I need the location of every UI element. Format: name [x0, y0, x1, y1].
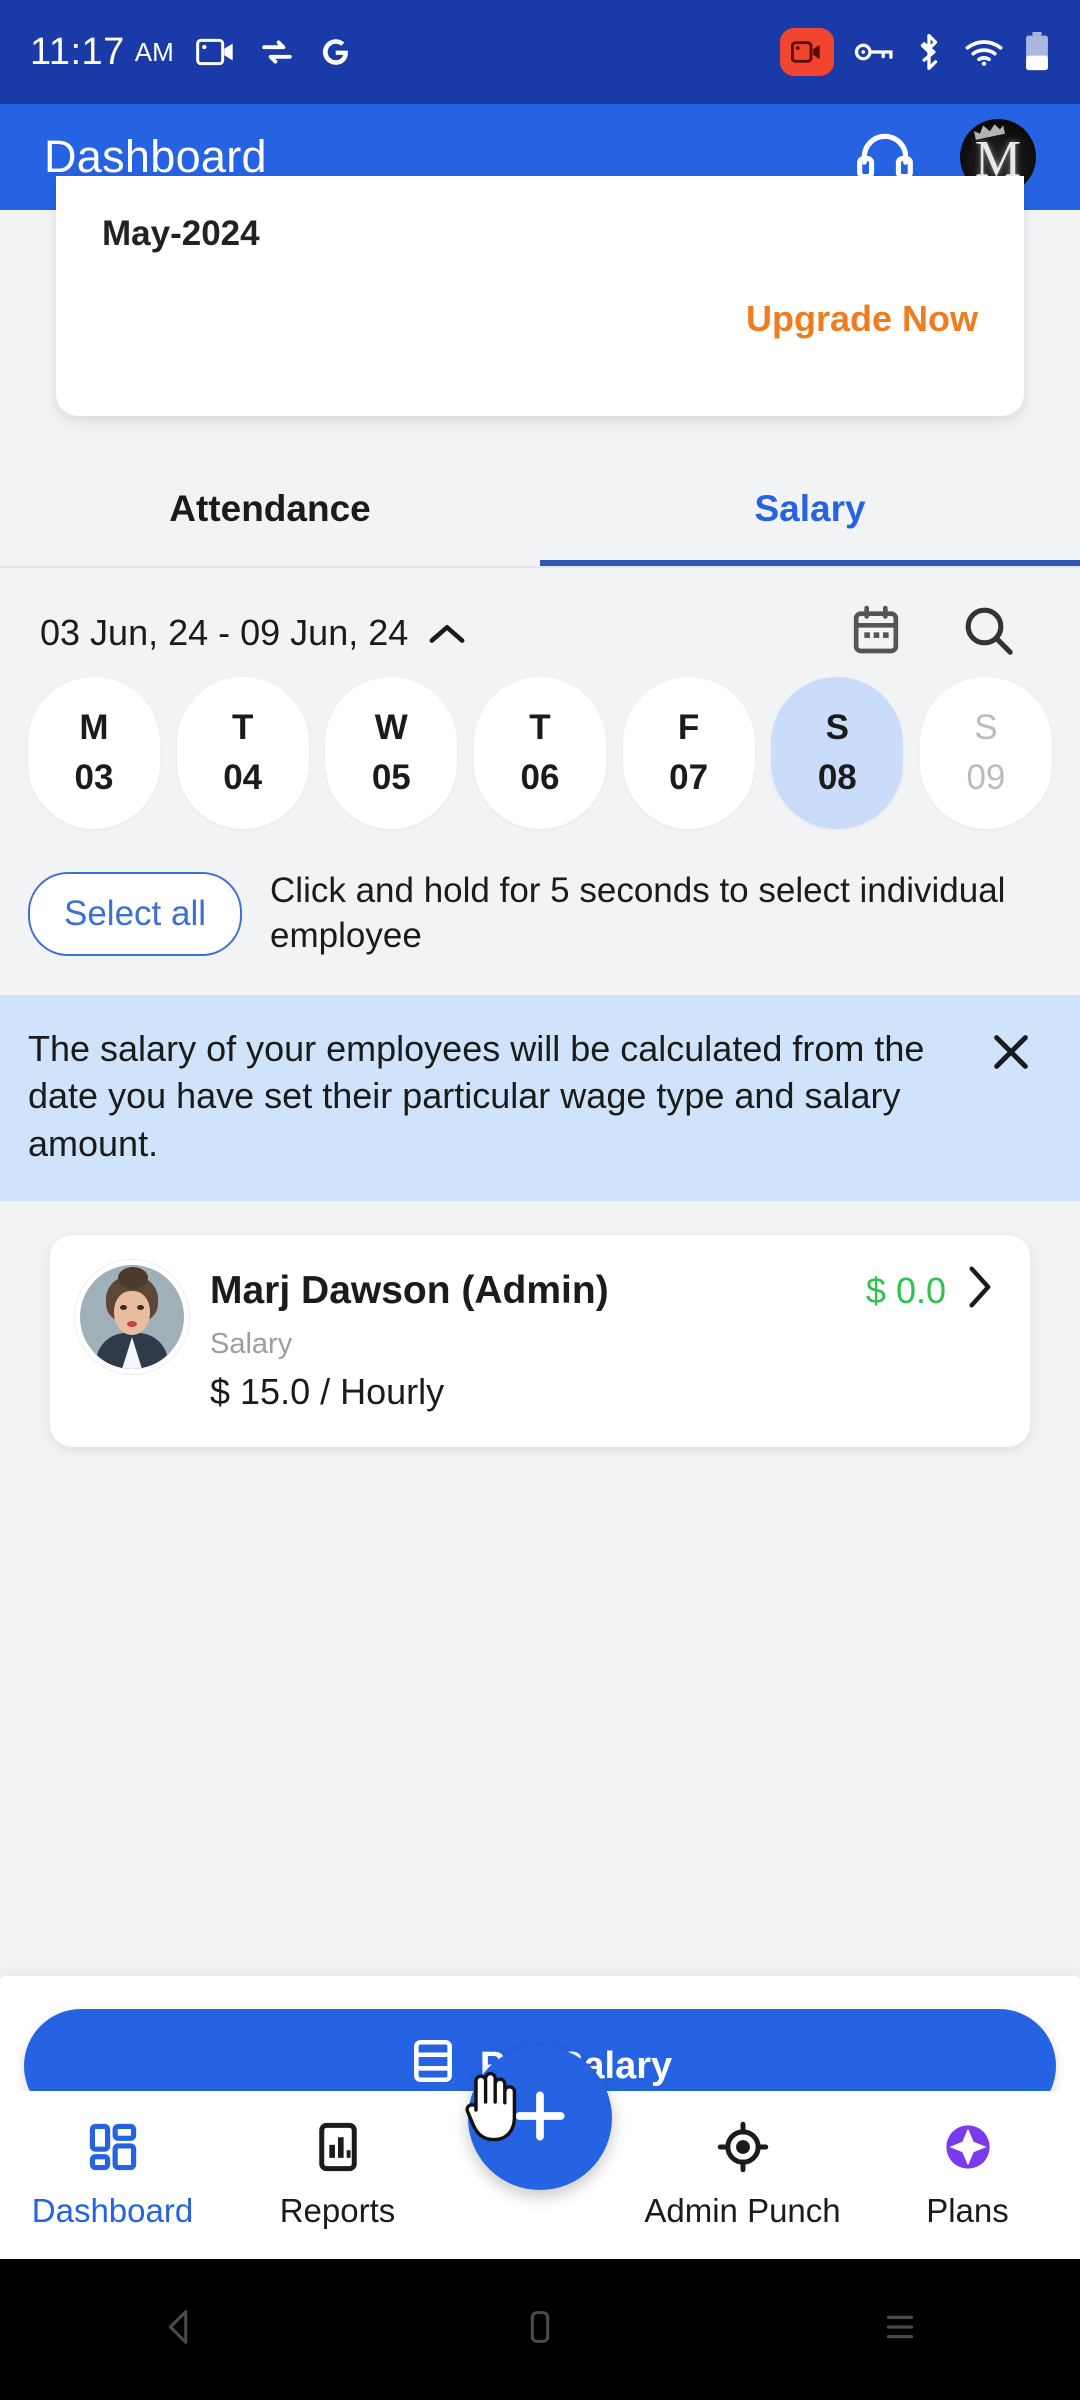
date-range-selector[interactable]: 03 Jun, 24 - 09 Jun, 24: [40, 612, 466, 654]
employee-salary-label: Salary: [210, 1328, 293, 1361]
nav-item-admin-punch[interactable]: Admin Punch: [630, 2121, 855, 2230]
home-square-icon[interactable]: [517, 2304, 563, 2355]
day-chip-dow: T: [529, 708, 551, 747]
date-row-actions: [848, 602, 1040, 663]
nav-label: Dashboard: [31, 2191, 194, 2229]
employee-info: Marj Dawson (Admin) $ 0.0 Salary $ 15.0 …: [210, 1265, 994, 1413]
reports-chart-icon: [312, 2121, 364, 2178]
tab-salary[interactable]: Salary: [540, 472, 1080, 566]
data-saver-icon: [258, 36, 296, 68]
search-icon[interactable]: [960, 602, 1016, 663]
battery-icon: [1024, 32, 1050, 72]
day-chip-num: 07: [669, 758, 709, 797]
tab-attendance[interactable]: Attendance: [0, 472, 540, 566]
day-chip-08[interactable]: S 08: [771, 677, 904, 829]
status-bar-right: [780, 28, 1050, 76]
day-chip-num: 05: [371, 758, 411, 797]
vpn-key-icon: [854, 39, 894, 65]
day-chip-dow: W: [374, 708, 408, 747]
upgrade-now-button[interactable]: Upgrade Now: [746, 298, 978, 340]
day-chip-num: 08: [817, 758, 857, 797]
google-icon: [318, 35, 352, 69]
day-selector: M 03 T 04 W 05 T 06 F 07 S 08 S 09: [0, 663, 1080, 829]
day-chip-09: S 09: [919, 677, 1052, 829]
screen-record-icon: [195, 37, 236, 67]
phone-screen: 11:17 AM Dashboard M May-2024 Upgrade No…: [0, 0, 1080, 2400]
upgrade-card-month: May-2024: [102, 214, 260, 253]
wifi-icon: [964, 36, 1004, 68]
day-chip-06[interactable]: T 06: [473, 677, 606, 829]
calendar-icon[interactable]: [848, 602, 904, 663]
status-bar-time: 11:17: [30, 30, 125, 73]
date-range-row: 03 Jun, 24 - 09 Jun, 24: [0, 568, 1080, 663]
day-chip-dow: S: [974, 708, 998, 747]
select-all-hint: Click and hold for 5 seconds to select i…: [270, 871, 1006, 955]
day-chip-dow: M: [79, 708, 109, 747]
nav-label: Admin Punch: [644, 2191, 841, 2229]
day-chip-dow: T: [231, 708, 254, 747]
day-chip-05[interactable]: W 05: [325, 677, 458, 829]
select-all-button[interactable]: Select all: [28, 871, 243, 956]
day-chip-04[interactable]: T 04: [176, 677, 309, 829]
tab-bar: Attendance Salary: [0, 472, 1080, 566]
info-banner-text: The salary of your employees will be cal…: [28, 1027, 925, 1164]
nav-label: Plans: [926, 2191, 1009, 2229]
chevron-up-icon: [428, 612, 466, 654]
employee-top-row: Marj Dawson (Admin) $ 0.0: [210, 1265, 994, 1316]
list-item[interactable]: Marj Dawson (Admin) $ 0.0 Salary $ 15.0 …: [50, 1235, 1030, 1448]
upgrade-card: May-2024 Upgrade Now: [56, 176, 1024, 416]
nav-item-dashboard[interactable]: Dashboard: [0, 2121, 225, 2230]
location-target-icon: [717, 2121, 769, 2178]
bluetooth-icon: [914, 34, 944, 70]
recents-menu-icon[interactable]: [877, 2304, 923, 2355]
nav-item-plans[interactable]: Plans: [855, 2121, 1080, 2230]
day-chip-num: 06: [520, 758, 560, 797]
day-chip-num: 04: [223, 758, 263, 797]
close-icon[interactable]: [978, 1025, 1044, 1086]
content-area: May-2024 Upgrade Now Attendance Salary 0…: [0, 176, 1080, 1448]
info-banner: The salary of your employees will be cal…: [0, 994, 1080, 1202]
nav-item-reports[interactable]: Reports: [225, 2121, 450, 2230]
day-chip-07[interactable]: F 07: [622, 677, 755, 829]
select-all-row: Select all Click and hold for 5 seconds …: [0, 829, 1080, 995]
employee-amount: $ 0.0: [865, 1269, 946, 1311]
status-bar-ampm: AM: [134, 36, 174, 67]
back-triangle-icon[interactable]: [157, 2304, 203, 2355]
android-navigation-bar: [0, 2259, 1080, 2400]
nav-label: Reports: [279, 2191, 396, 2229]
pointing-hand-cursor: [460, 2062, 524, 2142]
payment-card-icon: [408, 2036, 458, 2096]
plans-sparkle-icon: [942, 2121, 994, 2178]
employee-avatar: [80, 1265, 184, 1370]
day-chip-num: 09: [966, 758, 1006, 797]
day-chip-num: 03: [74, 758, 114, 797]
recording-badge-icon: [780, 28, 834, 76]
date-range-label: 03 Jun, 24 - 09 Jun, 24: [40, 611, 409, 653]
status-bar: 11:17 AM: [0, 0, 1080, 104]
chevron-right-icon[interactable]: [964, 1265, 994, 1316]
status-bar-left: 11:17 AM: [30, 31, 780, 74]
dashboard-grid-icon: [87, 2121, 139, 2178]
employee-name: Marj Dawson (Admin): [210, 1268, 609, 1312]
day-chip-dow: F: [677, 708, 700, 747]
employee-list: Marj Dawson (Admin) $ 0.0 Salary $ 15.0 …: [0, 1201, 1080, 1448]
employee-wage: $ 15.0 / Hourly: [210, 1371, 445, 1413]
tab-active-underline: [540, 560, 1080, 566]
day-chip-dow: S: [825, 708, 849, 747]
day-chip-03[interactable]: M 03: [28, 677, 160, 829]
